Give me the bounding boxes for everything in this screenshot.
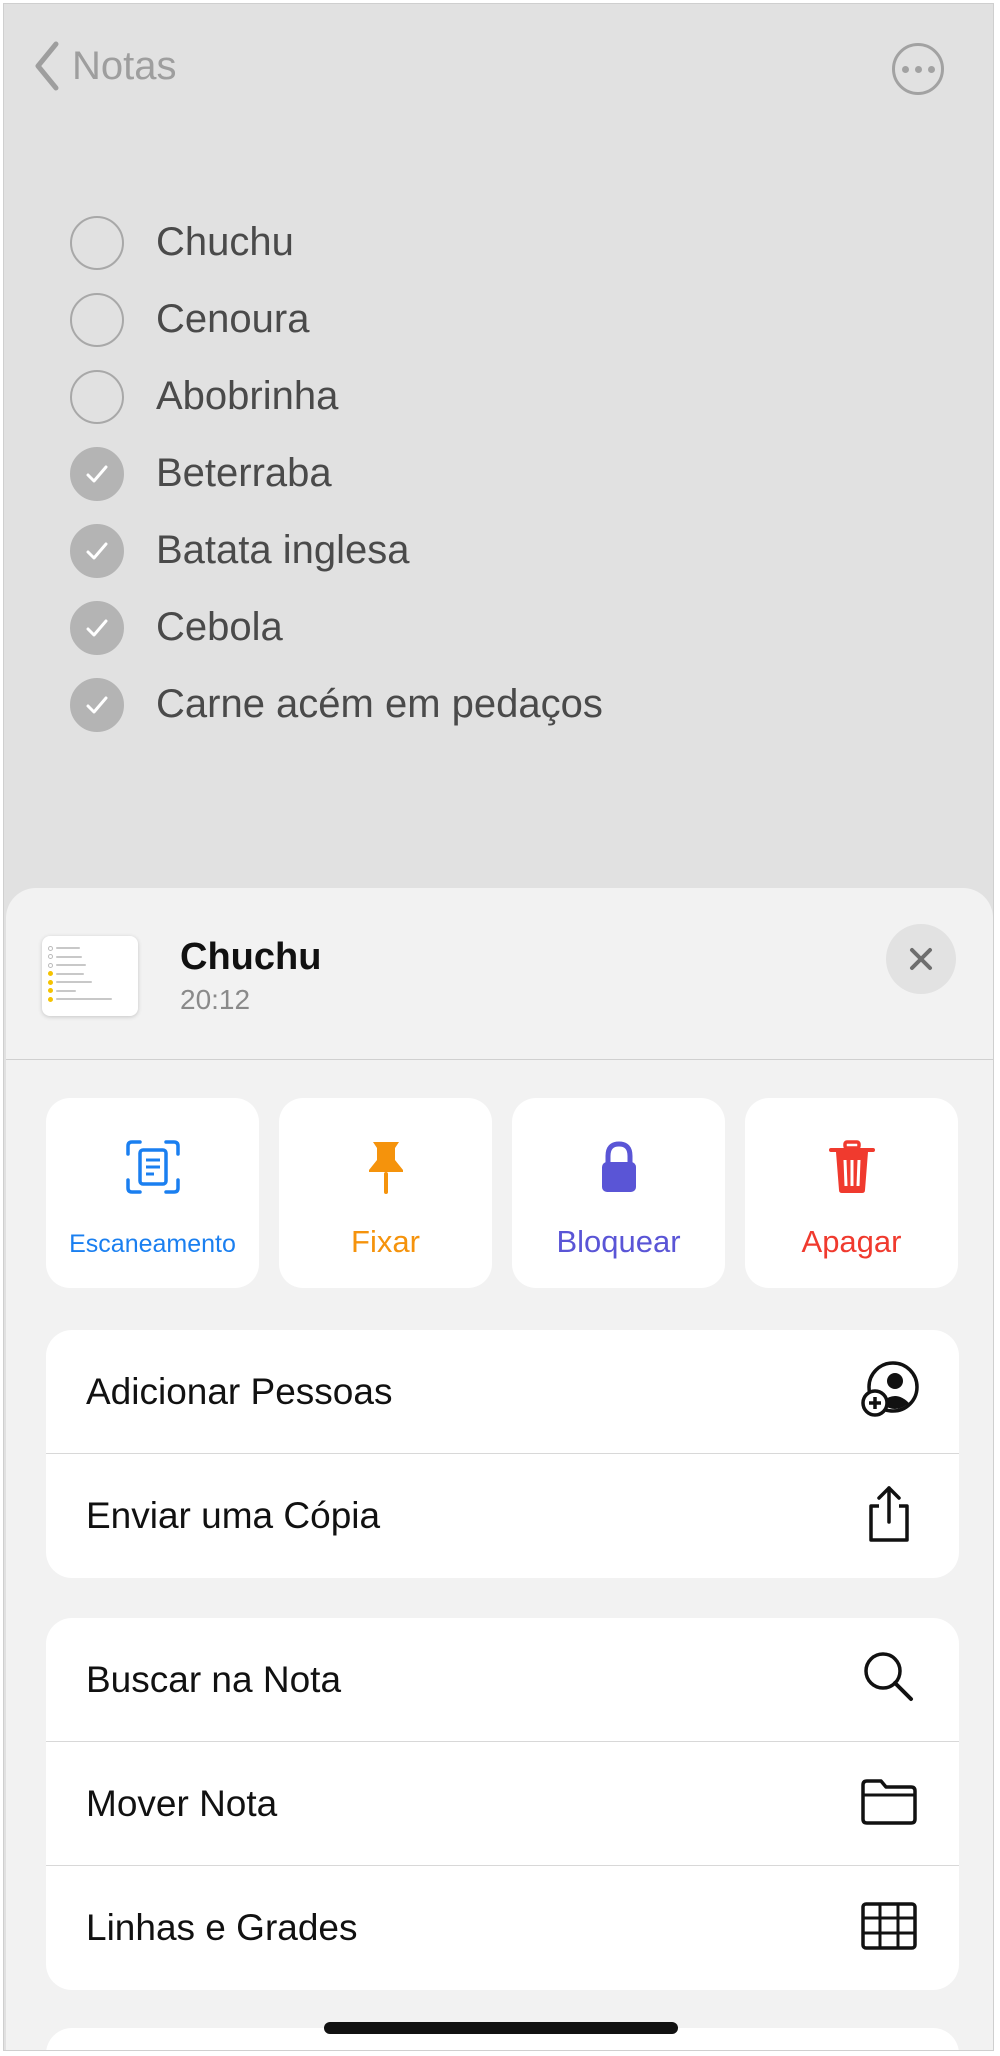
send-copy-row[interactable]: Enviar uma Cópia [46,1454,959,1578]
checkmark-icon [86,542,108,559]
checkbox-checked[interactable] [70,446,124,501]
note-title: Chuchu [180,936,322,978]
send-copy-label: Enviar uma Cópia [86,1495,381,1536]
find-in-note-label: Buscar na Nota [86,1658,342,1700]
close-button[interactable] [886,924,956,994]
add-people-label: Adicionar Pessoas [86,1370,393,1412]
move-note-label: Mover Nota [86,1782,278,1824]
notes-screen: Notas Chuchu Cenoura Abobrinha Beterraba [3,3,994,2051]
note-thumbnail [42,936,138,1016]
checklist-item: Chuchu [70,204,603,281]
checkbox-checked[interactable] [70,600,124,655]
share-group: Adicionar Pessoas Enviar uma Cópia [46,1330,959,1578]
grid-icon [861,1901,917,1950]
trash-icon [828,1140,875,1193]
checklist-item-text[interactable]: Batata inglesa [156,528,410,573]
checkbox-circle[interactable] [70,292,124,347]
action-tiles: Escaneamento Fixar Bloquear Apagar [46,1098,958,1288]
scan-label: Escaneamento [69,1230,236,1258]
checklist: Chuchu Cenoura Abobrinha Beterraba Batat… [70,204,603,743]
lines-grids-label: Linhas e Grades [86,1907,358,1948]
lines-grids-row[interactable]: Linhas e Grades [46,1866,959,1990]
checkbox-checked[interactable] [70,523,124,578]
checklist-item-text[interactable]: Abobrinha [156,374,338,419]
back-label: Notas [72,43,177,88]
home-indicator[interactable] [324,2022,678,2034]
checkbox-circle[interactable] [70,215,124,270]
checklist-item-text[interactable]: Carne acém em pedaços [156,682,603,727]
find-in-note-row[interactable]: Buscar na Nota [46,1618,959,1742]
close-icon [910,948,932,970]
pin-icon [368,1142,403,1194]
back-button[interactable]: Notas [32,40,177,92]
lock-label: Bloquear [556,1224,681,1259]
delete-label: Apagar [801,1224,902,1259]
checklist-item: Carne acém em pedaços [70,666,603,743]
note-actions-sheet: Chuchu 20:12 Escaneamento Fixar Bloquear… [6,888,993,2050]
checklist-item: Beterraba [70,435,603,512]
checklist-item-text[interactable]: Chuchu [156,220,294,265]
pin-button[interactable]: Fixar [279,1098,492,1288]
delete-button[interactable]: Apagar [745,1098,958,1288]
checkmark-icon [86,465,108,482]
add-person-icon [861,1361,919,1417]
scan-document-icon [125,1140,180,1194]
checkmark-icon [86,696,108,713]
sheet-header: Chuchu 20:12 [6,888,993,1060]
add-people-row[interactable]: Adicionar Pessoas [46,1330,959,1454]
checkbox-circle[interactable] [70,369,124,424]
share-icon [869,1485,909,1542]
chevron-left-icon [35,41,59,91]
scan-button[interactable]: Escaneamento [46,1098,259,1288]
checkmark-icon [86,619,108,636]
move-note-row[interactable]: Mover Nota [46,1742,959,1866]
note-tools-group: Buscar na Nota Mover Nota Linhas e Grade… [46,1618,959,1990]
lock-button[interactable]: Bloquear [512,1098,725,1288]
checklist-item: Cenoura [70,281,603,358]
pin-label: Fixar [351,1224,420,1259]
checklist-item: Abobrinha [70,358,603,435]
checklist-item: Batata inglesa [70,512,603,589]
checklist-item-text[interactable]: Cebola [156,605,283,650]
checklist-item-text[interactable]: Cenoura [156,297,309,342]
checkbox-checked[interactable] [70,677,124,732]
ellipsis-circle-icon[interactable] [892,43,944,95]
folder-icon [861,1779,917,1825]
checklist-item-text[interactable]: Beterraba [156,451,332,496]
checklist-item: Cebola [70,589,603,666]
search-icon [864,1652,913,1701]
note-time: 20:12 [180,984,251,1015]
lock-icon [601,1141,636,1192]
